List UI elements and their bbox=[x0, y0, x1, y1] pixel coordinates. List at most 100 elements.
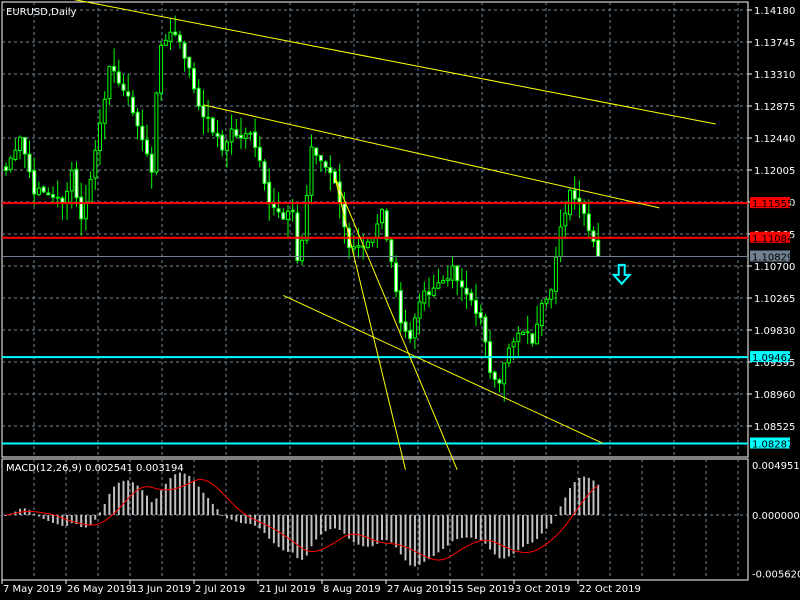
candle-body bbox=[253, 131, 258, 148]
candle-body bbox=[436, 282, 441, 289]
candle-body bbox=[13, 149, 18, 161]
macd-label: MACD(12,26,9) 0.002541 0.003194 bbox=[6, 463, 184, 474]
candle-body bbox=[412, 317, 417, 339]
macd-histogram-bar bbox=[536, 515, 539, 539]
candle bbox=[459, 268, 464, 302]
macd-histogram-bar bbox=[550, 515, 553, 524]
price-tick-label: 1.10700 bbox=[754, 262, 795, 273]
macd-histogram-bar bbox=[578, 478, 581, 515]
candle-body bbox=[535, 323, 540, 345]
macd-histogram-bar bbox=[61, 515, 64, 526]
candle bbox=[516, 326, 521, 357]
macd-histogram-bar bbox=[399, 515, 402, 555]
candle bbox=[60, 195, 65, 221]
candle bbox=[403, 309, 408, 338]
macd-histogram-bar bbox=[305, 515, 308, 556]
date-tick-label: 21 Jul 2019 bbox=[259, 584, 316, 595]
candle bbox=[149, 146, 154, 189]
candle bbox=[427, 277, 431, 308]
candle-body bbox=[55, 196, 60, 199]
candle-body bbox=[582, 202, 587, 214]
candle bbox=[530, 333, 535, 347]
candle bbox=[553, 246, 558, 305]
macd-histogram-bar bbox=[84, 515, 87, 528]
macd-histogram-bar bbox=[465, 515, 468, 538]
macd-histogram-bar bbox=[540, 515, 543, 534]
candle bbox=[365, 237, 370, 250]
candle bbox=[568, 187, 572, 221]
candle bbox=[196, 79, 201, 111]
candle-body bbox=[182, 42, 187, 59]
candle-body bbox=[398, 290, 403, 324]
macd-histogram-bar bbox=[428, 515, 430, 560]
macd-histogram-bar bbox=[409, 515, 412, 566]
candle-body bbox=[201, 105, 206, 118]
level-price-label: 1.09462 bbox=[752, 353, 793, 364]
macd-histogram-bar bbox=[230, 515, 233, 520]
candle-body bbox=[145, 139, 149, 155]
candle bbox=[450, 256, 455, 289]
candle bbox=[596, 222, 601, 258]
candle bbox=[375, 214, 380, 248]
macd-histogram-bar bbox=[296, 515, 299, 559]
macd-histogram-bar bbox=[559, 506, 562, 515]
candle-body bbox=[187, 56, 192, 69]
candle bbox=[431, 274, 436, 298]
candle-body bbox=[563, 212, 568, 227]
candle-body bbox=[497, 379, 502, 384]
macd-histogram-bar bbox=[432, 515, 435, 556]
macd-histogram-bar bbox=[343, 515, 346, 534]
macd-histogram-bar bbox=[338, 515, 341, 530]
candle-body bbox=[32, 170, 37, 195]
candle-body bbox=[417, 301, 422, 319]
price-tick-label: 1.10265 bbox=[754, 294, 795, 305]
trendline bbox=[73, 0, 716, 125]
candle bbox=[389, 237, 394, 268]
candle-body bbox=[210, 117, 215, 133]
macd-histogram-bar bbox=[150, 502, 153, 515]
candle bbox=[130, 90, 135, 117]
price-tick-label: 1.12440 bbox=[754, 134, 795, 145]
candle-body bbox=[27, 153, 32, 173]
candle bbox=[215, 119, 220, 148]
candle-body bbox=[102, 98, 107, 124]
macd-histogram-bar bbox=[52, 515, 54, 523]
macd-histogram-bar bbox=[512, 515, 515, 554]
candle-body bbox=[149, 153, 154, 173]
macd-label-main: 0.002541 bbox=[85, 463, 136, 474]
candle-body bbox=[506, 347, 511, 364]
candle bbox=[220, 130, 225, 157]
macd-histogram-bar bbox=[376, 515, 379, 544]
candle-body bbox=[65, 190, 70, 204]
macd-histogram-bar bbox=[178, 472, 181, 515]
candle-body bbox=[572, 189, 577, 200]
candle-body bbox=[328, 166, 333, 174]
candle-body bbox=[422, 290, 427, 304]
date-tick-label: 22 Oct 2019 bbox=[579, 584, 641, 595]
macd-histogram-bar bbox=[357, 515, 360, 545]
candle bbox=[572, 176, 577, 210]
price-tick-label: 1.13310 bbox=[754, 70, 795, 81]
level-price-label: 1.11555 bbox=[752, 199, 793, 210]
macd-histogram-bar bbox=[531, 515, 534, 543]
date-tick-label: 13 Jun 2019 bbox=[131, 584, 191, 595]
candle-body bbox=[596, 239, 601, 258]
candle bbox=[469, 288, 474, 306]
macd-histogram-bar bbox=[362, 515, 365, 547]
macd-histogram-bar bbox=[207, 498, 210, 515]
candle-body bbox=[351, 246, 356, 250]
down-arrow-icon bbox=[611, 263, 632, 286]
candle bbox=[436, 268, 441, 290]
price-chart[interactable]: 1.14180 1.13745 1.13310 1.12875 1.12440 1.120… bbox=[0, 0, 800, 600]
macd-histogram-bar bbox=[235, 515, 238, 522]
candle bbox=[234, 118, 239, 139]
candle bbox=[286, 204, 290, 238]
candle bbox=[98, 109, 102, 165]
candle-body bbox=[243, 133, 248, 139]
candle-body bbox=[262, 161, 267, 185]
candle bbox=[535, 305, 540, 345]
macd-histogram-bar bbox=[446, 515, 449, 546]
candle bbox=[74, 161, 79, 207]
candle bbox=[41, 185, 46, 194]
candle bbox=[65, 182, 70, 220]
